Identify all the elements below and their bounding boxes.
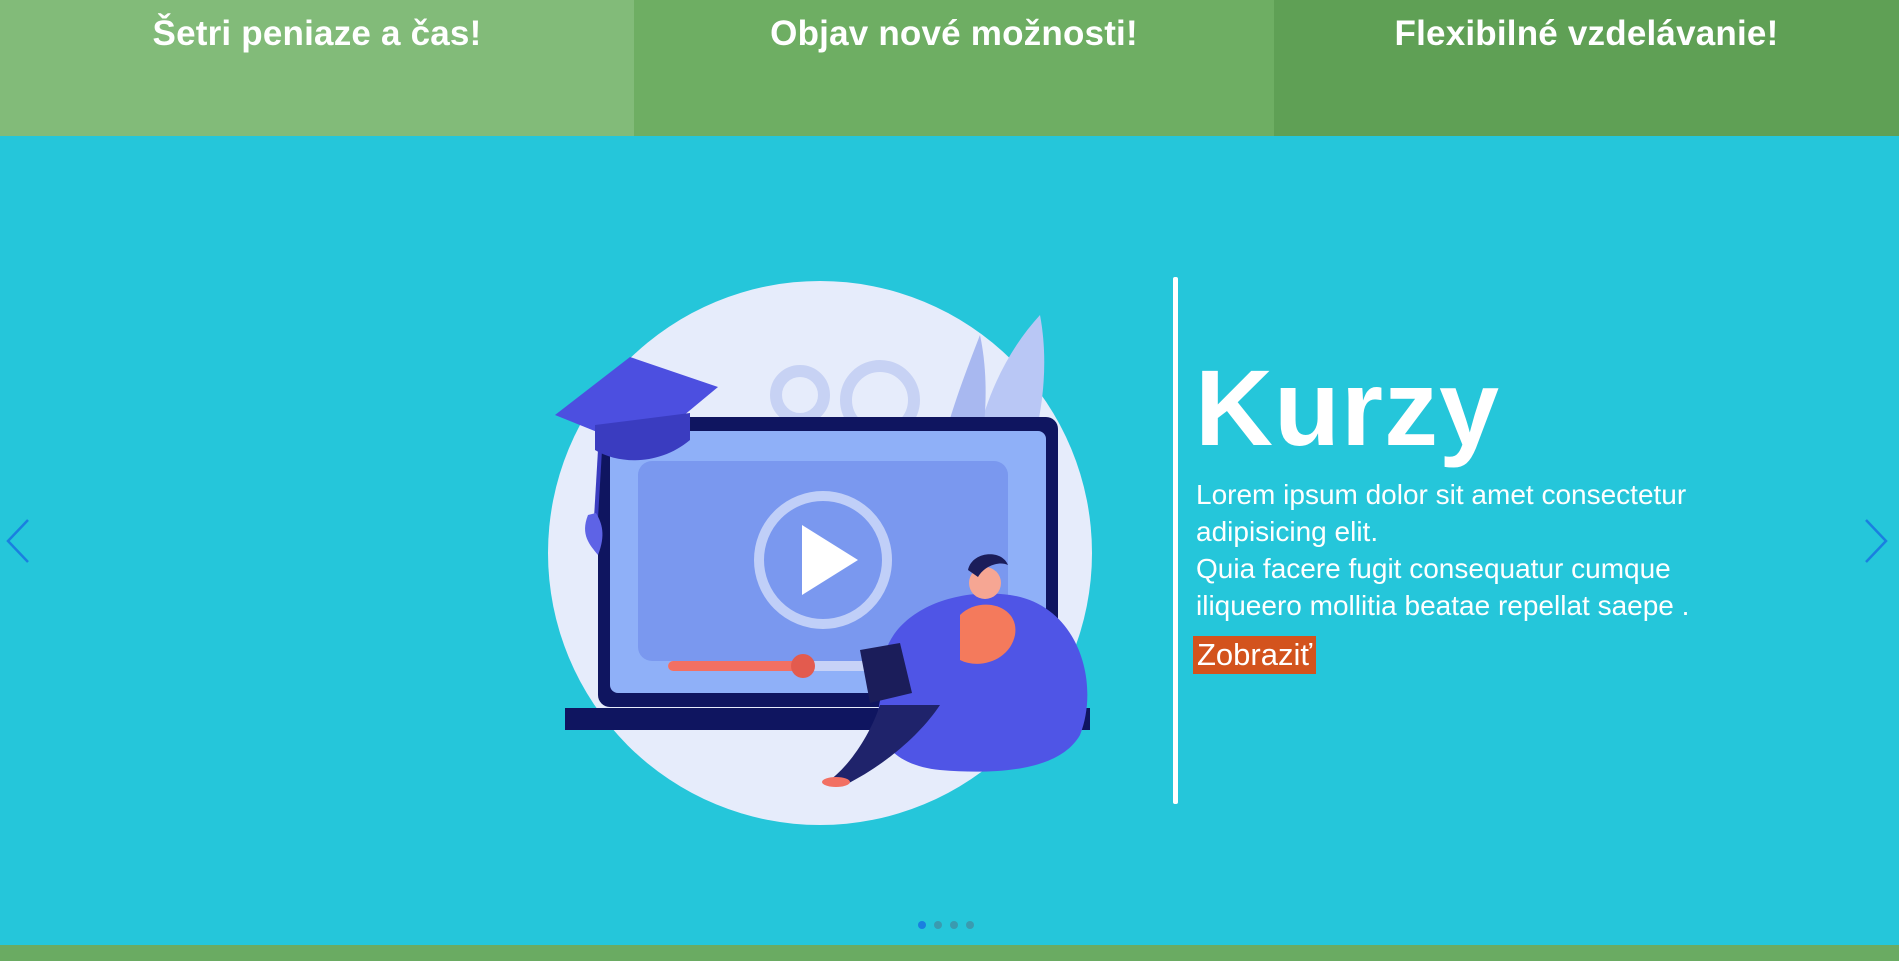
carousel-dot[interactable] <box>950 921 958 929</box>
description-line: Quia facere fugit consequatur cumque <box>1196 553 1671 584</box>
carousel-dot[interactable] <box>966 921 974 929</box>
feature-tile-flexible: Flexibilné vzdelávanie! <box>1274 0 1899 136</box>
chevron-left-icon[interactable] <box>2 516 36 566</box>
footer-band <box>0 945 1899 961</box>
feature-label: Šetri peniaze a čas! <box>152 14 482 53</box>
feature-label: Flexibilné vzdelávanie! <box>1394 14 1779 53</box>
slide-description: Lorem ipsum dolor sit amet consectetur a… <box>1196 476 1756 624</box>
feature-tile-save: Šetri peniaze a čas! <box>0 0 634 136</box>
feature-label: Objav nové možnosti! <box>770 14 1138 53</box>
chevron-right-icon[interactable] <box>1858 516 1892 566</box>
feature-bar: Šetri peniaze a čas! Objav nové možnosti… <box>0 0 1899 136</box>
slide-title: Kurzy <box>1195 347 1501 468</box>
carousel-indicators <box>918 921 974 929</box>
vertical-divider <box>1173 277 1178 804</box>
carousel-dot[interactable] <box>918 921 926 929</box>
description-line: Lorem ipsum dolor sit amet consectetur <box>1196 479 1687 510</box>
feature-tile-discover: Objav nové možnosti! <box>634 0 1274 136</box>
description-line: iliqueero mollitia beatae repellat saepe… <box>1196 590 1690 621</box>
carousel-dot[interactable] <box>934 921 942 929</box>
online-course-illustration <box>548 281 1092 825</box>
show-button[interactable]: Zobraziť <box>1193 636 1316 674</box>
description-line: adipisicing elit. <box>1196 516 1379 547</box>
